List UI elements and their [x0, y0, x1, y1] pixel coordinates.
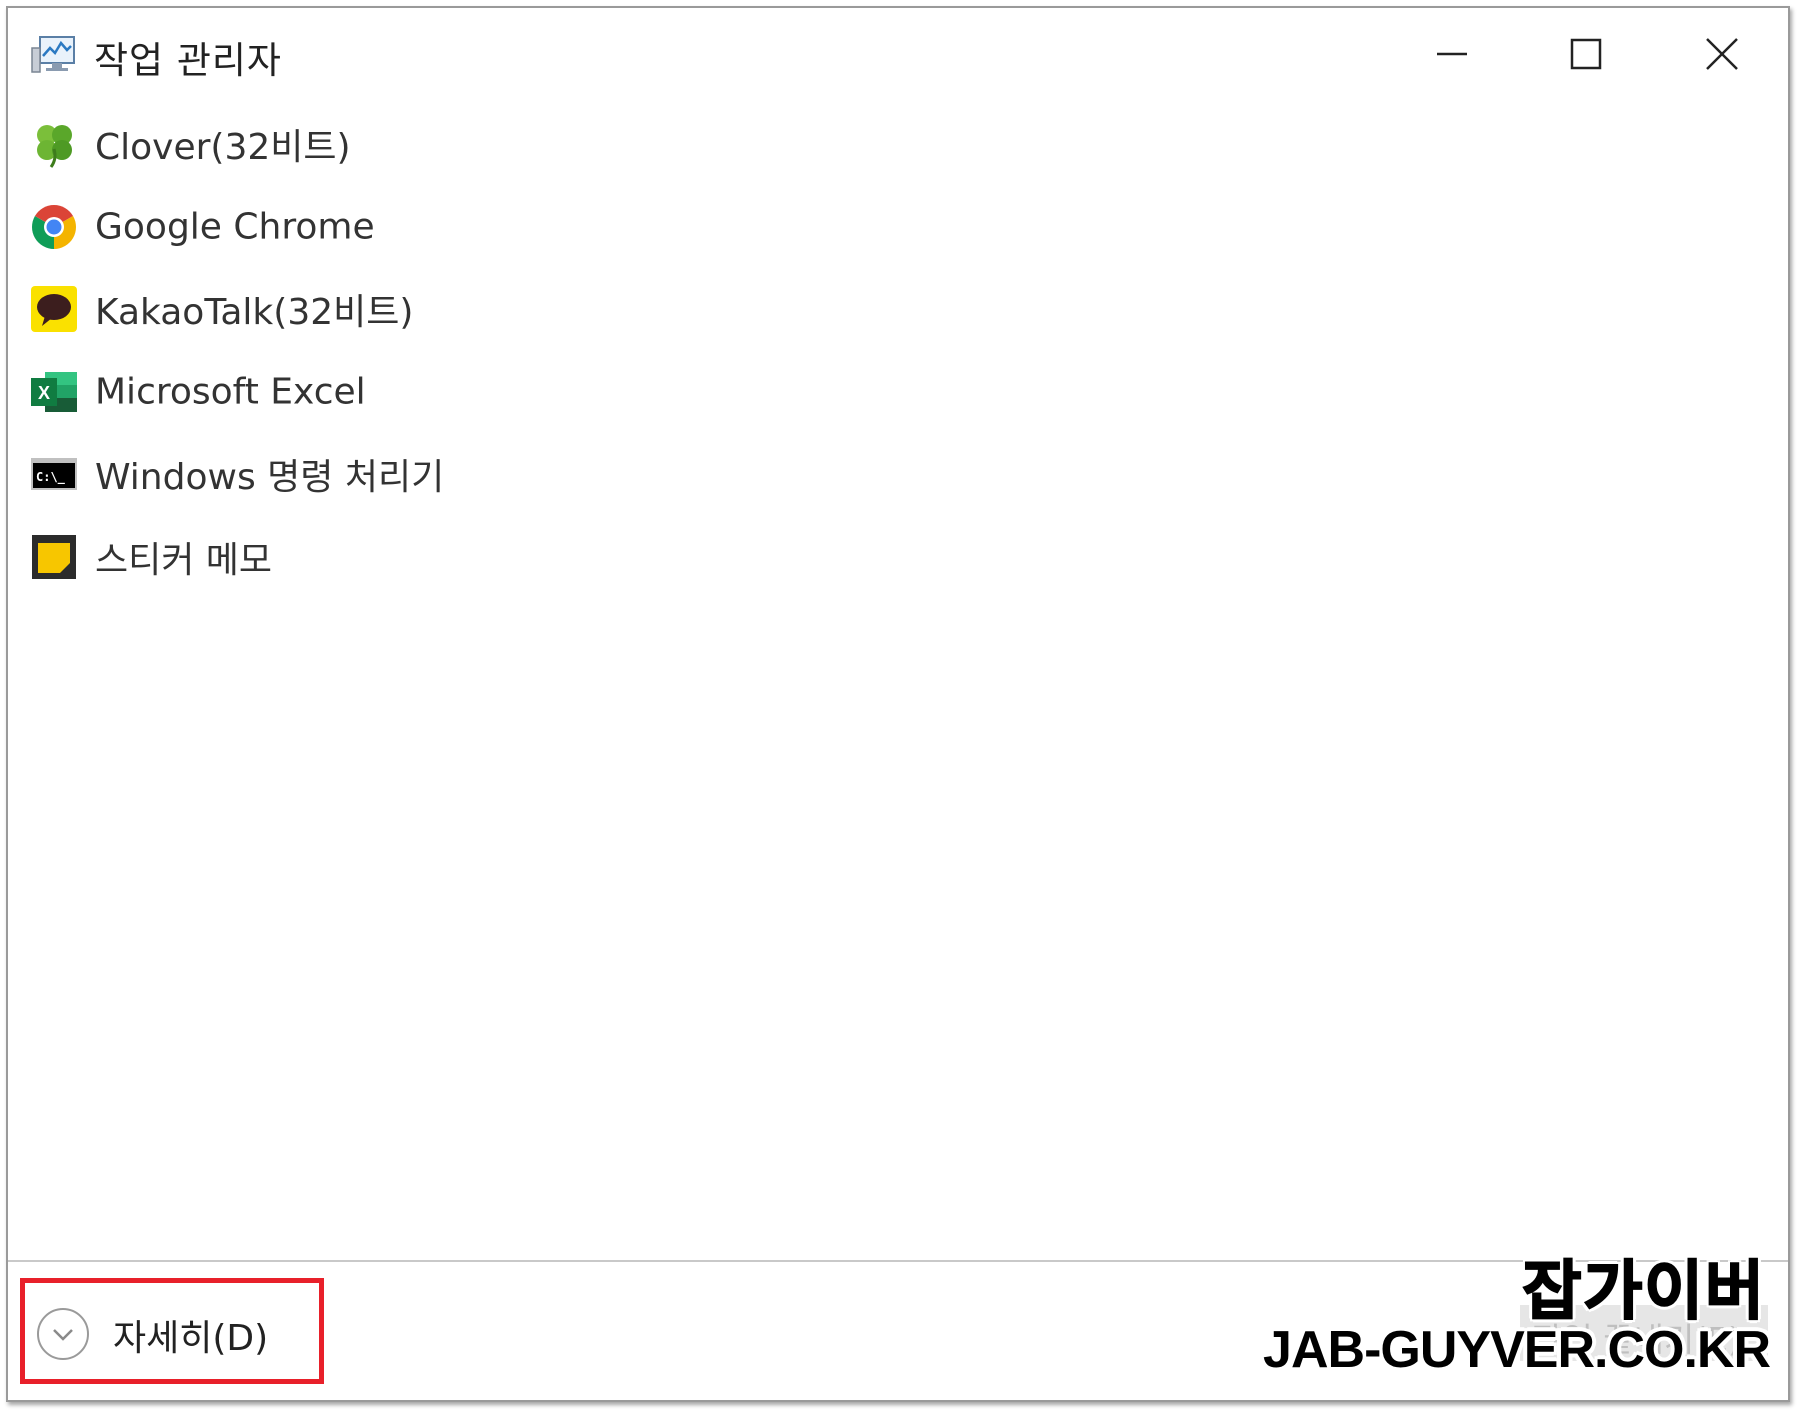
details-label: 자세히(D)	[113, 1318, 269, 1359]
task-manager-window: 작업 관리자 Clover(32비트) Google Chrome KakaoT…	[6, 6, 1790, 1402]
watermark-url: JAB-GUYVER.CO.KR	[1263, 1321, 1771, 1379]
details-button[interactable]: 자세히(D)	[20, 1278, 324, 1384]
close-icon	[1706, 38, 1738, 70]
maximize-icon	[1570, 38, 1602, 70]
svg-text:C:\_: C:\_	[36, 470, 66, 485]
app-label: 스티커 메모	[95, 539, 273, 581]
close-button[interactable]	[1672, 22, 1772, 86]
sticky-notes-icon	[32, 534, 76, 579]
app-item-cmd[interactable]: C:\_ Windows 명령 처리기	[8, 433, 908, 516]
minimize-button[interactable]	[1402, 22, 1502, 86]
app-label: Clover(32비트)	[95, 127, 351, 169]
app-list: Clover(32비트) Google Chrome KakaoTalk(32비…	[8, 103, 908, 598]
maximize-button[interactable]	[1536, 22, 1636, 86]
window-title: 작업 관리자	[94, 39, 282, 82]
app-item-clover[interactable]: Clover(32비트)	[8, 103, 908, 186]
screenshot-frame: 작업 관리자 Clover(32비트) Google Chrome KakaoT…	[0, 0, 1800, 1416]
app-label: KakaoTalk(32비트)	[95, 292, 414, 334]
title-bar[interactable]: 작업 관리자	[8, 8, 1788, 98]
app-item-kakaotalk[interactable]: KakaoTalk(32비트)	[8, 268, 908, 351]
kakaotalk-icon	[31, 286, 77, 333]
app-item-sticky-notes[interactable]: 스티커 메모	[8, 516, 908, 599]
footer-divider	[8, 1260, 1788, 1262]
app-label: Microsoft Excel	[95, 371, 366, 413]
chevron-down-icon	[37, 1308, 89, 1360]
app-item-excel[interactable]: X Microsoft Excel	[8, 351, 908, 434]
app-label: Windows 명령 처리기	[95, 457, 445, 499]
watermark-title: 잡가이버	[1521, 1254, 1766, 1330]
cmd-icon: C:\_	[31, 458, 77, 491]
minimize-icon	[1437, 52, 1467, 56]
clover-icon	[37, 125, 72, 169]
excel-icon: X	[31, 371, 77, 412]
app-label: Google Chrome	[95, 206, 375, 248]
app-item-chrome[interactable]: Google Chrome	[8, 186, 908, 269]
task-manager-icon	[31, 36, 75, 73]
chrome-icon	[32, 204, 76, 249]
svg-text:X: X	[38, 383, 50, 403]
